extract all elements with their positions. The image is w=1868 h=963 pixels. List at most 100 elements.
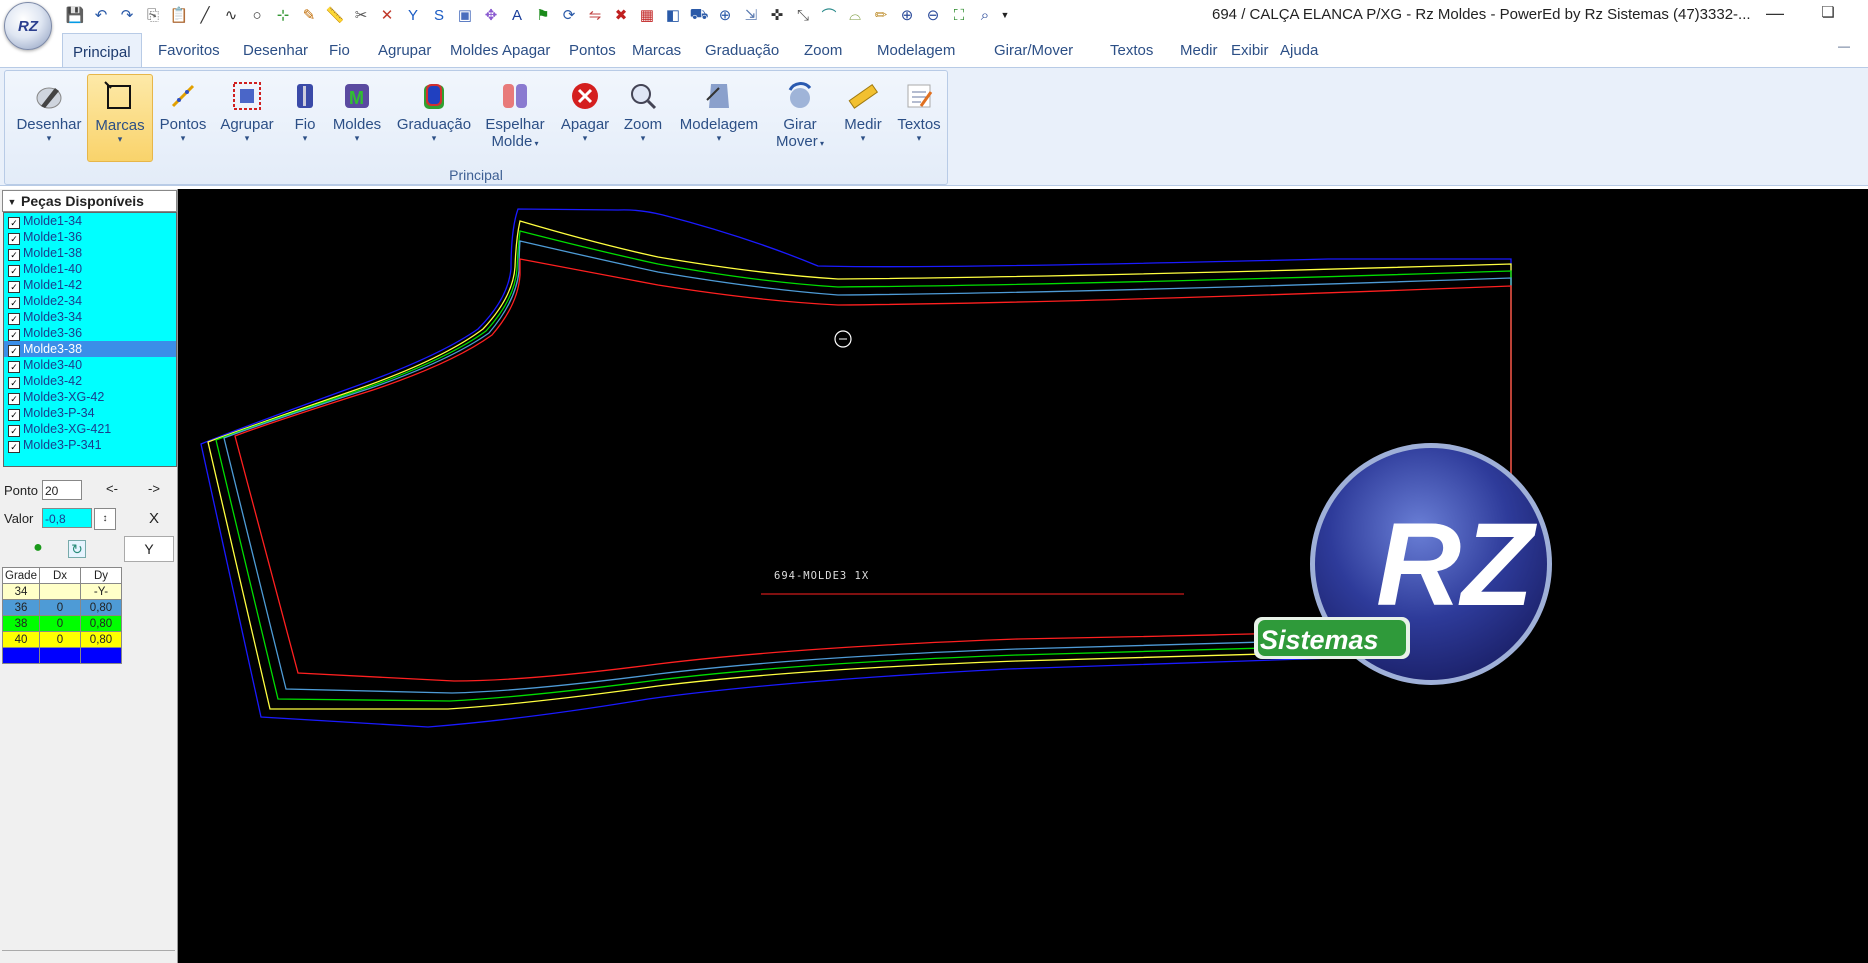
cut-icon[interactable]: ✂ bbox=[348, 3, 374, 27]
piece-icon[interactable]: ▣ bbox=[452, 3, 478, 27]
ribbon-delete-button[interactable]: Apagar ▾ bbox=[557, 74, 613, 160]
grade-cell-grade[interactable]: 42 bbox=[2, 647, 40, 664]
grade-cell-grade[interactable]: 38 bbox=[2, 615, 40, 632]
ribbon-mirror-mold-button[interactable]: Espelhar Molde ▾ bbox=[479, 74, 551, 160]
ruler-icon[interactable]: 📏 bbox=[322, 3, 348, 27]
confirm-icon[interactable]: ● bbox=[26, 537, 50, 559]
tab-fio[interactable]: Fio bbox=[319, 37, 360, 67]
ribbon-modeling-button[interactable]: Modelagem ▾ bbox=[675, 74, 763, 160]
tab-agrupar[interactable]: Agrupar bbox=[368, 37, 441, 67]
ribbon-molds-button[interactable]: M Moldes ▾ bbox=[329, 74, 385, 160]
piece-item[interactable]: ✓ Molde3-P-341 bbox=[4, 437, 176, 453]
grade-cell-dx[interactable]: 0 bbox=[39, 631, 81, 648]
tab-textos[interactable]: Textos bbox=[1100, 37, 1163, 67]
pieces-header[interactable]: ▼ Peças Disponíveis bbox=[2, 190, 177, 212]
rotate-icon[interactable]: ⟳ bbox=[556, 3, 582, 27]
piece-item[interactable]: ✓ Molde3-36 bbox=[4, 325, 176, 341]
piece-item[interactable]: ✓ Molde1-34 bbox=[4, 213, 176, 229]
clear-value-button[interactable]: X bbox=[142, 510, 166, 527]
piece-item[interactable]: ✓ Molde3-XG-421 bbox=[4, 421, 176, 437]
grade-cell-grade[interactable]: 36 bbox=[2, 599, 40, 616]
grade-row[interactable]: 38 0 0,80 bbox=[2, 615, 122, 632]
ribbon-texts-button[interactable]: Textos ▾ bbox=[893, 74, 945, 160]
zoom-in-icon[interactable]: ⊕ bbox=[894, 3, 920, 27]
undo-icon[interactable]: ↶ bbox=[88, 3, 114, 27]
drill-icon[interactable]: ⊕ bbox=[712, 3, 738, 27]
tab-zoom[interactable]: Zoom bbox=[794, 37, 852, 67]
ribbon-draw-pen-button[interactable]: Desenhar ▾ bbox=[11, 74, 87, 160]
tab-modelagem[interactable]: Modelagem bbox=[867, 37, 965, 67]
piece-item[interactable]: ✓ Molde2-34 bbox=[4, 293, 176, 309]
tab-pontos[interactable]: Pontos bbox=[559, 37, 626, 67]
piece-item[interactable]: ✓ Molde1-36 bbox=[4, 229, 176, 245]
mirror-icon[interactable]: ⇋ bbox=[582, 3, 608, 27]
copy-icon[interactable]: ⎘ bbox=[140, 3, 166, 27]
grade-cell-dx[interactable]: 0 bbox=[39, 615, 81, 632]
refresh-icon[interactable]: ↻ bbox=[68, 540, 86, 558]
paste-icon[interactable]: 📋 bbox=[166, 3, 192, 27]
pieces-list[interactable]: ✓ Molde1-34 ✓ Molde1-36 ✓ Molde1-38 ✓ Molde1-40… bbox=[3, 212, 177, 467]
checkbox-icon[interactable]: ✓ bbox=[8, 409, 20, 421]
piece-item[interactable]: ✓ Molde3-38 bbox=[4, 341, 176, 357]
ribbon-measure-button[interactable]: Medir ▾ bbox=[839, 74, 887, 160]
piece-item[interactable]: ✓ Molde3-34 bbox=[4, 309, 176, 325]
checkbox-icon[interactable]: ✓ bbox=[8, 233, 20, 245]
grade-row[interactable]: 36 0 0,80 bbox=[2, 599, 122, 616]
piece-item[interactable]: ✓ Molde3-42 bbox=[4, 373, 176, 389]
grade-cell-dy[interactable]: 0,80 bbox=[80, 631, 122, 648]
pencil-icon[interactable]: ✎ bbox=[296, 3, 322, 27]
checkbox-icon[interactable]: ✓ bbox=[8, 297, 20, 309]
group-icon[interactable]: ▦ bbox=[634, 3, 660, 27]
ribbon-zoom-button[interactable]: Zoom ▾ bbox=[617, 74, 669, 160]
ribbon-grading-button[interactable]: Graduação ▾ bbox=[391, 74, 477, 160]
cross-icon[interactable]: ✕ bbox=[374, 3, 400, 27]
grade-row[interactable]: 40 0 0,80 bbox=[2, 631, 122, 648]
fill-icon[interactable]: ◧ bbox=[660, 3, 686, 27]
ribbon-group-button[interactable]: Agrupar ▾ bbox=[215, 74, 279, 160]
tab-principal[interactable]: Principal bbox=[62, 33, 142, 68]
minimize-button[interactable]: — bbox=[1760, 3, 1790, 27]
seam-icon[interactable]: ⌓ bbox=[842, 3, 868, 27]
fit-icon[interactable]: ⛶ bbox=[946, 3, 972, 27]
measure-icon[interactable]: ⌒ bbox=[816, 3, 842, 27]
checkbox-icon[interactable]: ✓ bbox=[8, 329, 20, 341]
grade-cell-grade[interactable]: 34 bbox=[2, 583, 40, 600]
ribbon-rotate-move-button[interactable]: Girar Mover ▾ bbox=[767, 74, 833, 160]
car-icon[interactable]: ⛟ bbox=[686, 3, 712, 27]
y-axis-icon[interactable]: Y bbox=[400, 3, 426, 27]
s-curve-icon[interactable]: S bbox=[426, 3, 452, 27]
delete-icon[interactable]: ✖ bbox=[608, 3, 634, 27]
checkbox-icon[interactable]: ✓ bbox=[8, 441, 20, 453]
valor-input[interactable]: -0,8 bbox=[42, 508, 92, 528]
curve-icon[interactable]: ∿ bbox=[218, 3, 244, 27]
drawing-canvas[interactable]: RZ Sistemas 694-MOLDE3 1X bbox=[178, 189, 1868, 963]
prev-point-button[interactable]: <- bbox=[100, 481, 124, 496]
piece-item[interactable]: ✓ Molde3-P-34 bbox=[4, 405, 176, 421]
mark-icon[interactable]: ⊹ bbox=[270, 3, 296, 27]
ribbon-points-button[interactable]: Pontos ▾ bbox=[155, 74, 211, 160]
zoom-window-icon[interactable]: ⌕ bbox=[972, 3, 998, 27]
piece-item[interactable]: ✓ Molde3-XG-42 bbox=[4, 389, 176, 405]
checkbox-icon[interactable]: ✓ bbox=[8, 361, 20, 373]
grade-icon[interactable]: ⇲ bbox=[738, 3, 764, 27]
grade-cell-dy[interactable]: 0,80 bbox=[80, 647, 122, 664]
tab-apagar[interactable]: Apagar bbox=[492, 37, 560, 67]
checkbox-icon[interactable]: ✓ bbox=[8, 249, 20, 261]
pan-icon[interactable]: ✜ bbox=[764, 3, 790, 27]
tab-girar-mover[interactable]: Girar/Mover bbox=[984, 37, 1083, 67]
tab-desenhar[interactable]: Desenhar bbox=[233, 37, 318, 67]
ribbon-marks-button[interactable]: Marcas ▾ bbox=[87, 74, 153, 162]
tab-favoritos[interactable]: Favoritos bbox=[148, 37, 230, 67]
collapse-ribbon-icon[interactable]: — bbox=[1838, 39, 1850, 53]
checkbox-icon[interactable]: ✓ bbox=[8, 393, 20, 405]
line-icon[interactable]: ╱ bbox=[192, 3, 218, 27]
checkbox-icon[interactable]: ✓ bbox=[8, 281, 20, 293]
text-icon[interactable]: A bbox=[504, 3, 530, 27]
tab-marcas[interactable]: Marcas bbox=[622, 37, 691, 67]
tab-ajuda[interactable]: Ajuda bbox=[1270, 37, 1328, 67]
checkbox-icon[interactable]: ✓ bbox=[8, 377, 20, 389]
piece-item[interactable]: ✓ Molde1-38 bbox=[4, 245, 176, 261]
tab-medir[interactable]: Medir bbox=[1170, 37, 1228, 67]
grade-cell-dx[interactable]: 0 bbox=[39, 599, 81, 616]
checkbox-icon[interactable]: ✓ bbox=[8, 217, 20, 229]
